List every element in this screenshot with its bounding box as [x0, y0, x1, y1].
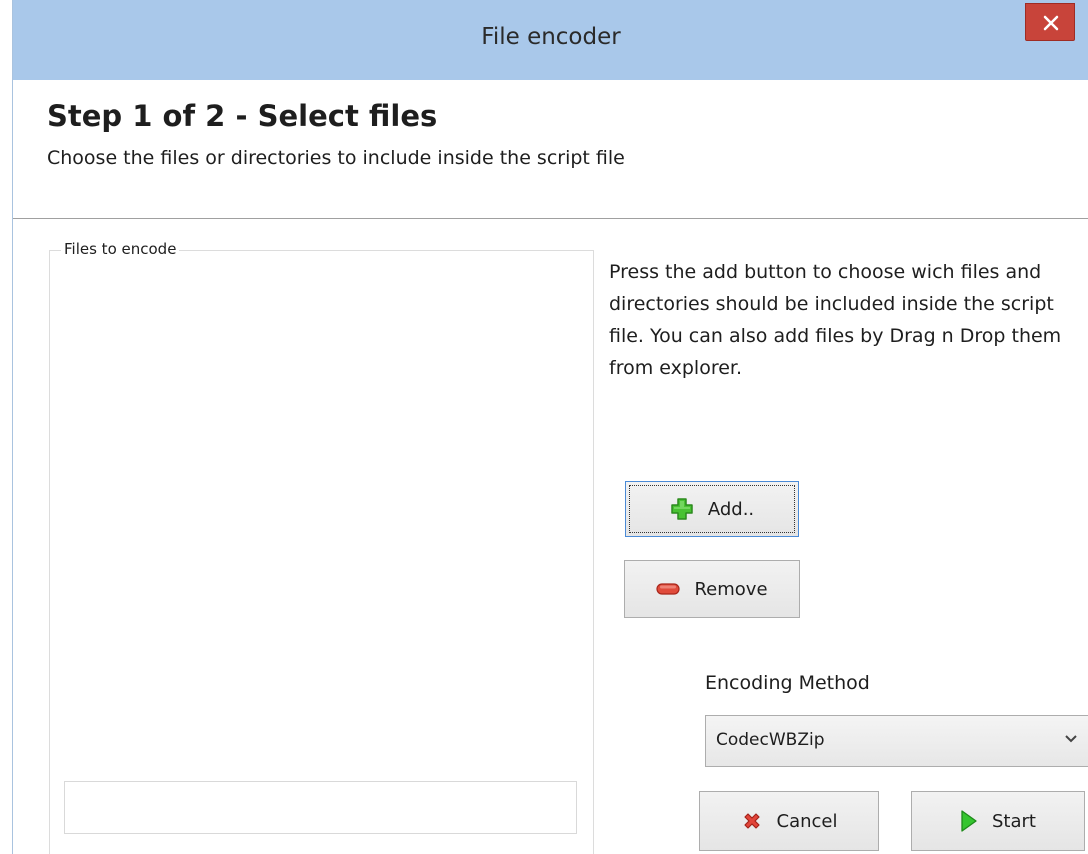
close-icon [1043, 15, 1059, 31]
file-encoder-window: File encoder Step 1 of 2 - Select files … [12, 0, 1088, 854]
remove-button-label: Remove [694, 578, 768, 600]
encoding-method-select[interactable]: CodecWBZip [705, 715, 1088, 767]
files-group-label: Files to encode [61, 240, 180, 258]
remove-button[interactable]: Remove [624, 560, 800, 618]
minus-icon [656, 583, 681, 595]
start-button-label: Start [992, 810, 1036, 832]
file-path-field[interactable] [64, 781, 577, 834]
window-title: File encoder [481, 24, 621, 50]
start-button[interactable]: Start [911, 791, 1085, 851]
plus-icon [671, 498, 693, 520]
wizard-header: Step 1 of 2 - Select files Choose the fi… [13, 80, 1088, 219]
play-arrow-icon [961, 810, 977, 832]
add-button[interactable]: Add.. [625, 481, 799, 537]
page-title: Step 1 of 2 - Select files [47, 99, 438, 133]
cancel-x-icon [743, 813, 760, 829]
chevron-down-icon [1065, 735, 1077, 743]
cancel-button-label: Cancel [776, 810, 838, 832]
encoding-method-value: CodecWBZip [716, 730, 825, 750]
close-button[interactable] [1025, 3, 1075, 41]
help-text: Press the add button to choose wich file… [609, 261, 1062, 379]
files-to-encode-list[interactable] [49, 250, 594, 854]
title-bar[interactable]: File encoder [13, 0, 1088, 80]
encoding-method-label: Encoding Method [705, 672, 870, 694]
add-button-label: Add.. [707, 498, 755, 520]
cancel-button[interactable]: Cancel [699, 791, 879, 851]
page-subtitle: Choose the files or directories to inclu… [47, 147, 625, 169]
